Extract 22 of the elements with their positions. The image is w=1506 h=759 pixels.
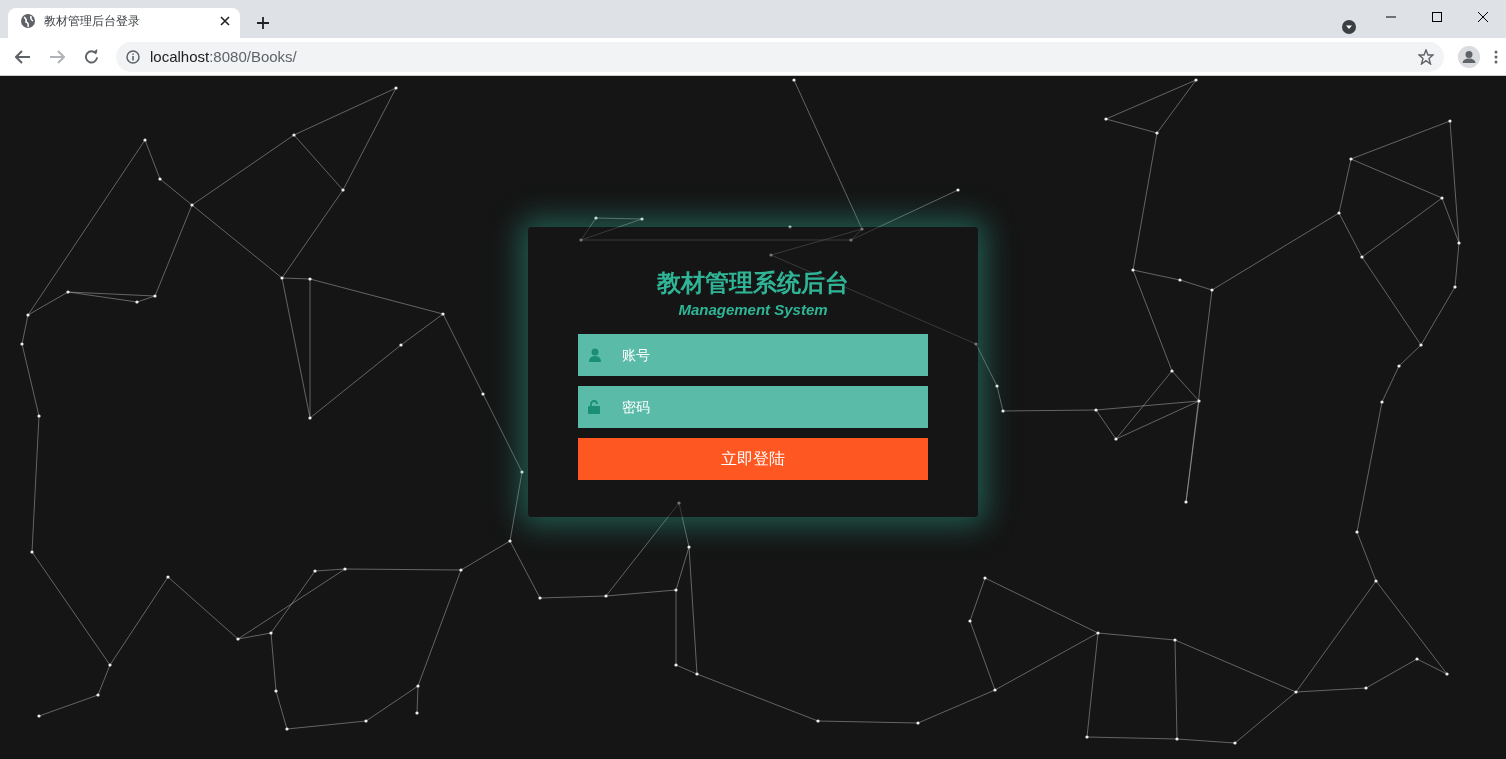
back-icon[interactable] [15,49,31,64]
dropdown-icon[interactable] [1342,20,1356,34]
profile-icon[interactable] [1458,45,1480,68]
tab-title: 教材管理后台登录 [44,12,141,30]
password-field[interactable]: 密码 [578,386,928,428]
lock-icon [588,400,600,414]
address-bar[interactable]: localhost:8080/Books/ [116,41,1444,72]
browser-tab[interactable]: 教材管理后台登录 [8,8,240,38]
star-icon[interactable] [1418,48,1434,65]
reload-icon[interactable] [83,49,99,64]
menu-icon[interactable] [1494,49,1498,64]
user-icon [588,348,602,362]
login-subtitle: Management System [678,301,828,318]
info-icon [126,49,140,64]
maximize-icon[interactable] [1432,12,1442,22]
globe-icon [20,13,36,29]
close-icon[interactable] [220,16,230,26]
url-text: localhost:8080/Books/ [150,48,298,65]
login-title: 教材管理系统后台 [657,268,849,299]
close-icon[interactable] [1478,12,1488,22]
username-field[interactable]: 账号 [578,334,928,376]
new-tab-icon[interactable] [256,16,270,30]
